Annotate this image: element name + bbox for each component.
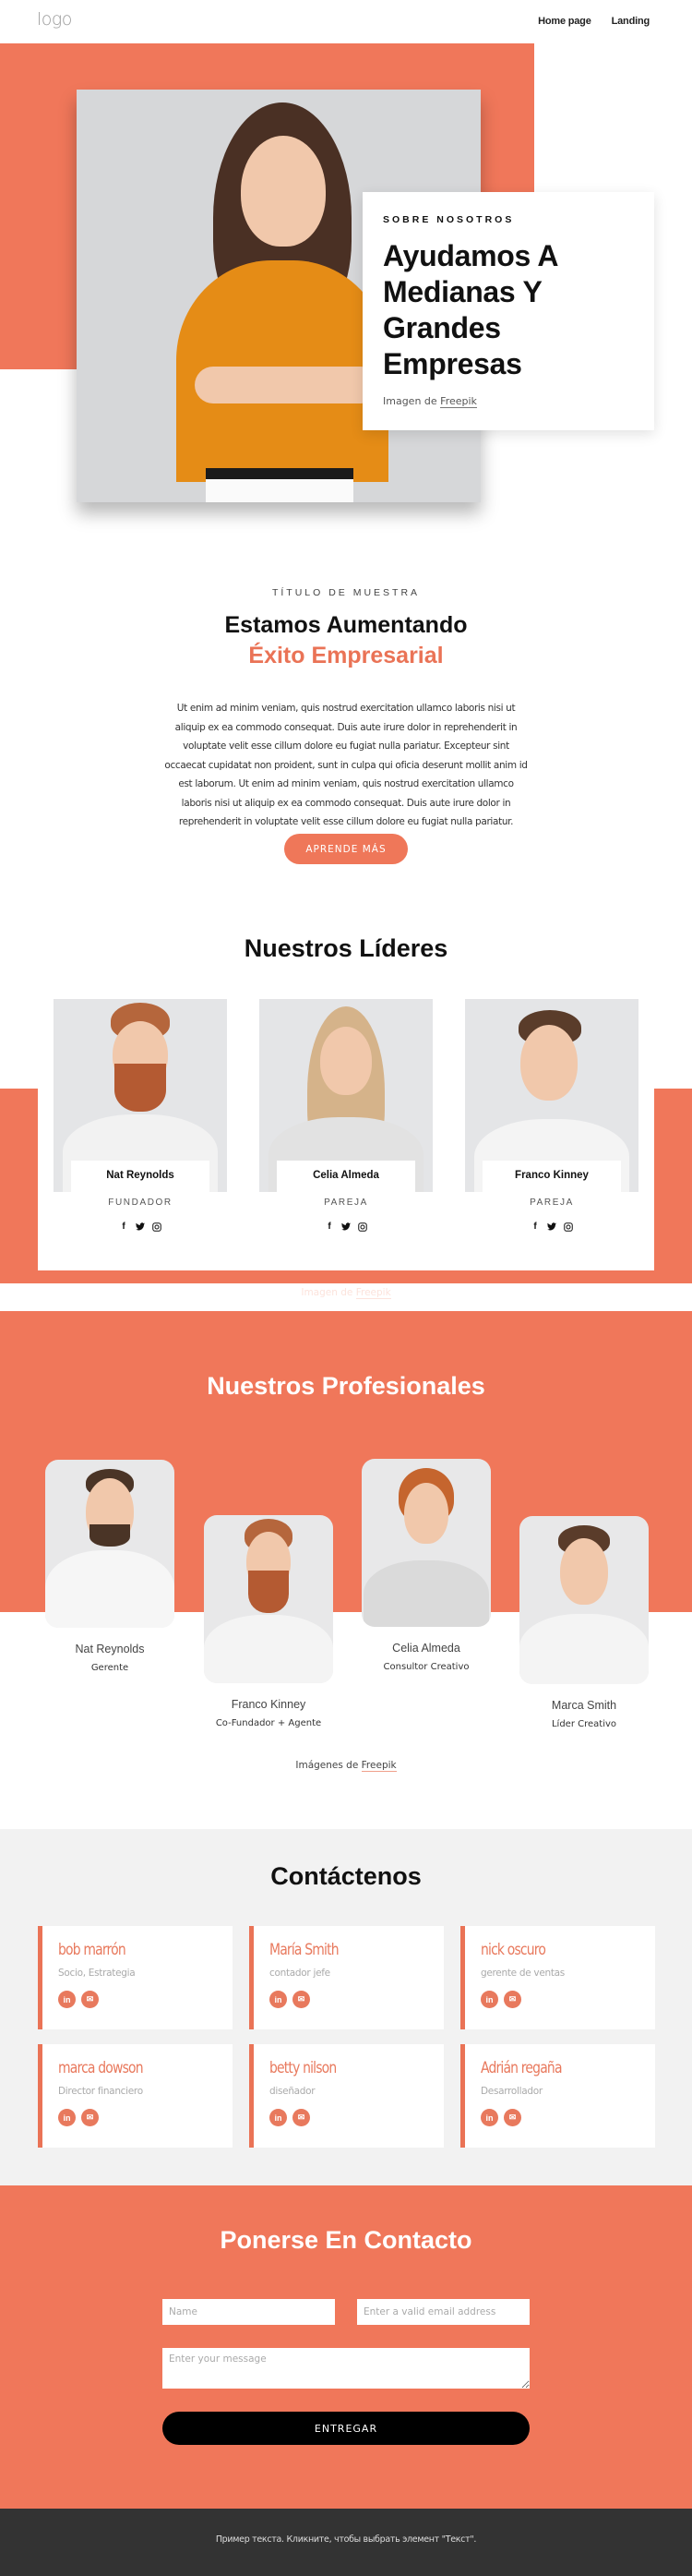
main-nav: Home page Landing xyxy=(538,16,650,27)
contact-role: Socio, Estrategia xyxy=(58,1968,136,1979)
facebook-icon[interactable]: f xyxy=(531,1222,541,1232)
message-textarea[interactable] xyxy=(162,2348,530,2389)
credit-prefix: Imagen de xyxy=(383,395,437,408)
about-title: Estamos Aumentando Éxito Empresarial xyxy=(0,610,692,670)
logo[interactable]: logo xyxy=(37,9,72,30)
instagram-icon[interactable] xyxy=(564,1222,574,1232)
email-icon[interactable]: ✉ xyxy=(292,1991,310,2008)
leader-socials: f xyxy=(465,1222,638,1232)
twitter-icon[interactable] xyxy=(341,1222,352,1232)
leader-name: Franco Kinney xyxy=(483,1161,621,1192)
leader-role: PAREJA xyxy=(530,1198,574,1208)
contact-card: betty nilson diseñador in ✉ xyxy=(249,2044,444,2148)
leader-socials: f xyxy=(54,1222,227,1232)
footer-text: Пример текста. Кликните, чтобы выбрать э… xyxy=(215,2534,477,2545)
professional-role: Consultor Creativo xyxy=(383,1662,470,1672)
leader-role: FUNDADOR xyxy=(108,1198,173,1208)
name-input[interactable] xyxy=(162,2299,335,2325)
freepik-link[interactable]: Freepik xyxy=(355,1287,391,1299)
contact-card: María Smith contador jefe in ✉ xyxy=(249,1926,444,2029)
email-icon[interactable]: ✉ xyxy=(504,1991,521,2008)
email-icon[interactable]: ✉ xyxy=(292,2109,310,2126)
facebook-icon[interactable]: f xyxy=(325,1222,335,1232)
contact-role: Director financiero xyxy=(58,2086,143,2097)
about-body: Ut enim ad minim veniam, quis nostrud ex… xyxy=(164,703,528,827)
leaders-title: Nuestros Líderes xyxy=(244,934,448,962)
leaders-credit: Imagen de Freepik xyxy=(0,1287,692,1299)
professional-photo xyxy=(45,1460,174,1628)
contact-card: Adrián regaña Desarrollador in ✉ xyxy=(460,2044,655,2148)
learn-more-button[interactable]: APRENDE MÁS xyxy=(284,834,408,864)
email-icon[interactable]: ✉ xyxy=(81,1991,99,2008)
contact-name: betty nilson xyxy=(269,2059,337,2077)
professional-name: Franco Kinney xyxy=(231,1698,306,1711)
contact-card: nick oscuro gerente de ventas in ✉ xyxy=(460,1926,655,2029)
twitter-icon[interactable] xyxy=(136,1222,146,1232)
professional-photo xyxy=(204,1515,333,1683)
contact-name: Adrián regaña xyxy=(481,2059,562,2077)
email-icon[interactable]: ✉ xyxy=(504,2109,521,2126)
leader-name: Nat Reynolds xyxy=(71,1161,209,1192)
contact-card: marca dowson Director financiero in ✉ xyxy=(38,2044,233,2148)
contact-name: nick oscuro xyxy=(481,1941,546,1959)
contact-name: marca dowson xyxy=(58,2059,144,2077)
contact-role: Desarrollador xyxy=(481,2086,543,2097)
linkedin-icon[interactable]: in xyxy=(269,1991,287,2008)
professionals-title: Nuestros Profesionales xyxy=(207,1372,485,1400)
hero-title: Ayudamos A Medianas Y Grandes Empresas xyxy=(383,239,558,381)
freepik-link[interactable]: Freepik xyxy=(361,1760,397,1772)
linkedin-icon[interactable]: in xyxy=(269,2109,287,2126)
email-input[interactable] xyxy=(357,2299,530,2325)
credit-prefix: Imágenes de xyxy=(295,1760,359,1771)
about-title-line1: Estamos Aumentando xyxy=(224,612,468,638)
professional-photo xyxy=(519,1516,649,1684)
leader-role: PAREJA xyxy=(324,1198,368,1208)
contact-name: bob marrón xyxy=(58,1941,126,1959)
leader-name: Celia Almeda xyxy=(277,1161,415,1192)
contact-form-title: Ponerse En Contacto xyxy=(220,2226,472,2254)
professional-role: Co-Fundador + Agente xyxy=(215,1718,322,1728)
contact-card: bob marrón Socio, Estrategia in ✉ xyxy=(38,1926,233,2029)
instagram-icon[interactable] xyxy=(152,1222,162,1232)
hero-credit: Imagen de Freepik xyxy=(383,395,634,409)
linkedin-icon[interactable]: in xyxy=(481,1991,498,2008)
nav-home-page[interactable]: Home page xyxy=(538,16,591,27)
about-title-accent: Éxito Empresarial xyxy=(248,642,444,668)
nav-landing[interactable]: Landing xyxy=(612,16,650,27)
contact-name: María Smith xyxy=(269,1941,340,1959)
professional-role: Gerente xyxy=(90,1663,129,1673)
instagram-icon[interactable] xyxy=(358,1222,368,1232)
contact-role: gerente de ventas xyxy=(481,1968,565,1979)
hero-eyebrow: SOBRE NOSOTROS xyxy=(383,214,515,225)
email-icon[interactable]: ✉ xyxy=(81,2109,99,2126)
professional-role: Líder Creativo xyxy=(551,1719,617,1729)
linkedin-icon[interactable]: in xyxy=(481,2109,498,2126)
contact-role: diseñador xyxy=(269,2086,316,2097)
hero-card: SOBRE NOSOTROS Ayudamos A Medianas Y Gra… xyxy=(363,192,654,430)
professional-name: Marca Smith xyxy=(551,1699,617,1712)
twitter-icon[interactable] xyxy=(547,1222,557,1232)
professional-name: Celia Almeda xyxy=(392,1642,460,1655)
facebook-icon[interactable]: f xyxy=(119,1222,129,1232)
about-eyebrow: TÍTULO DE MUESTRA xyxy=(271,587,421,598)
contact-role: contador jefe xyxy=(269,1968,330,1979)
contacts-title: Contáctenos xyxy=(270,1862,422,1890)
freepik-link[interactable]: Freepik xyxy=(440,395,477,409)
leader-socials: f xyxy=(259,1222,433,1232)
linkedin-icon[interactable]: in xyxy=(58,2109,76,2126)
professional-name: Nat Reynolds xyxy=(75,1643,145,1655)
linkedin-icon[interactable]: in xyxy=(58,1991,76,2008)
submit-button[interactable]: ENTREGAR xyxy=(162,2412,530,2445)
credit-prefix: Imagen de xyxy=(301,1287,353,1298)
professional-photo xyxy=(362,1459,491,1627)
professionals-credit: Imágenes de Freepik xyxy=(0,1760,692,1772)
